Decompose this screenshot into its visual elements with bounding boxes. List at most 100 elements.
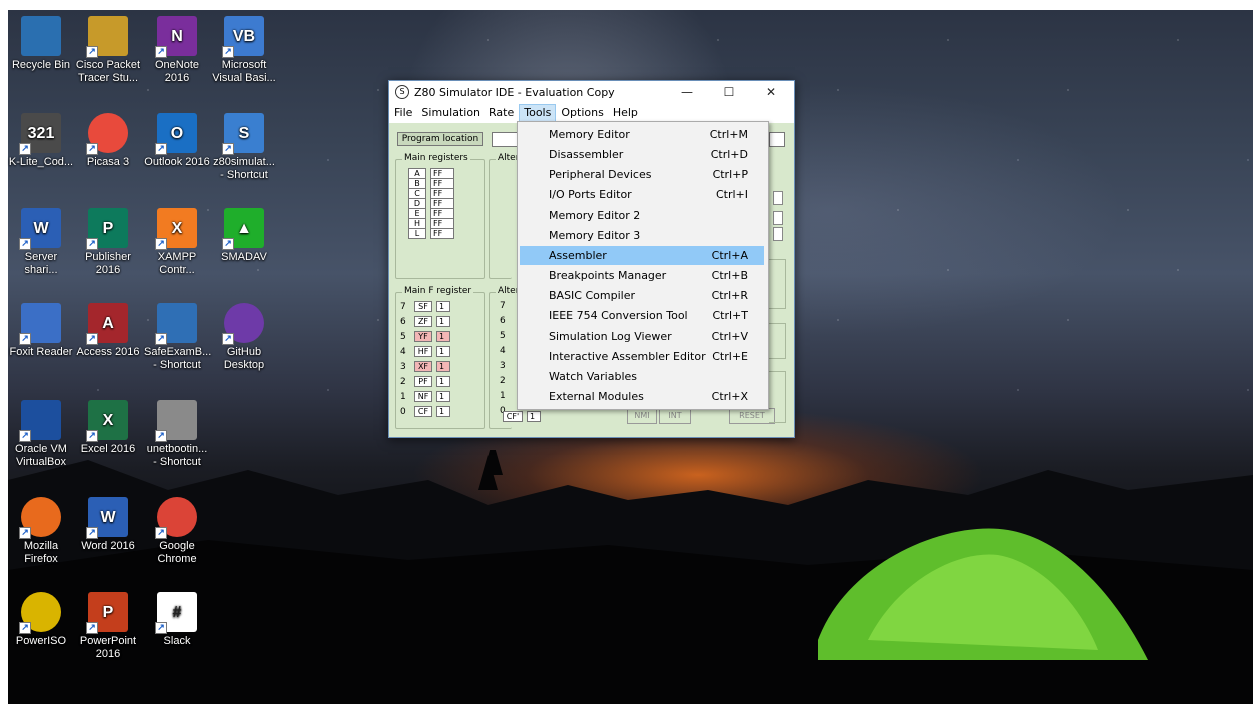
- shortcut-arrow-icon: ↗: [155, 143, 167, 155]
- int-button[interactable]: INT: [659, 408, 691, 424]
- access-icon: A ↗: [86, 303, 128, 345]
- title-bar[interactable]: S Z80 Simulator IDE - Evaluation Copy — …: [389, 81, 794, 103]
- desktop-shortcut[interactable]: ↗ Mozilla Firefox: [8, 497, 74, 566]
- menu-options[interactable]: Options: [557, 104, 607, 122]
- menu-item-shortcut: Ctrl+P: [712, 168, 748, 182]
- desktop-shortcut[interactable]: ↗ SafeExamB... - Shortcut: [144, 303, 211, 372]
- word-document-icon: W ↗: [19, 208, 61, 250]
- desktop-shortcut[interactable]: ↗ GitHub Desktop: [211, 303, 277, 372]
- desktop-shortcut[interactable]: 321 ↗ K-Lite_Cod...: [8, 113, 74, 169]
- menu-help[interactable]: Help: [609, 104, 642, 122]
- desktop-shortcut[interactable]: ▲ ↗ SMADAV: [211, 208, 277, 264]
- menu-item-label: Breakpoints Manager: [549, 269, 667, 283]
- desktop-icon-label: PowerPoint 2016: [79, 635, 137, 660]
- tools-menu-item[interactable]: Memory Editor Ctrl+M: [520, 125, 764, 144]
- menu-item-shortcut: Ctrl+B: [711, 269, 748, 283]
- tools-menu-item[interactable]: Disassembler Ctrl+D: [520, 145, 764, 164]
- shortcut-arrow-icon: ↗: [222, 143, 234, 155]
- shortcut-arrow-icon: ↗: [86, 430, 98, 442]
- menu-item-shortcut: Ctrl+I: [715, 188, 748, 202]
- tools-menu-item[interactable]: Simulation Log Viewer Ctrl+V: [520, 327, 764, 346]
- minimize-button[interactable]: —: [664, 81, 710, 103]
- tools-menu-item[interactable]: Assembler Ctrl+A: [520, 245, 764, 265]
- desktop-shortcut[interactable]: A ↗ Access 2016: [75, 303, 141, 359]
- tools-menu-item[interactable]: Watch Variables: [520, 367, 764, 386]
- flag-bit-number: 0: [400, 406, 406, 417]
- desktop-shortcut[interactable]: X ↗ XAMPP Contr...: [144, 208, 210, 277]
- flag-bit-number: 7: [400, 301, 406, 312]
- tools-menu-item[interactable]: Peripheral Devices Ctrl+P: [520, 165, 764, 184]
- desktop-icon-label: Mozilla Firefox: [23, 540, 59, 565]
- tools-menu-item[interactable]: Memory Editor 2: [520, 206, 764, 225]
- desktop-shortcut[interactable]: ↗ Google Chrome: [144, 497, 210, 566]
- flag-value[interactable]: 1: [436, 391, 450, 402]
- desktop-icon-label: Word 2016: [81, 540, 135, 552]
- tools-menu-item[interactable]: IEEE 754 Conversion Tool Ctrl+T: [520, 306, 764, 325]
- menu-item-label: Peripheral Devices: [549, 168, 652, 182]
- desktop-shortcut[interactable]: Recycle Bin: [8, 16, 74, 72]
- menu-rate[interactable]: Rate: [485, 104, 518, 122]
- picasa-icon: ↗: [86, 113, 128, 155]
- nmi-button[interactable]: NMI: [627, 408, 657, 424]
- desktop-shortcut[interactable]: VB ↗ Microsoft Visual Basi...: [211, 16, 277, 85]
- register-value[interactable]: FF: [430, 228, 454, 239]
- close-button[interactable]: ✕: [748, 81, 794, 103]
- flag-label: NF: [414, 391, 432, 402]
- menu-simulation[interactable]: Simulation: [417, 104, 484, 122]
- menu-item-label: Interactive Assembler Editor: [549, 349, 706, 363]
- tools-menu-item[interactable]: BASIC Compiler Ctrl+R: [520, 286, 764, 305]
- menu-bar: File Simulation Rate Tools Options Help: [389, 103, 794, 123]
- flag-bit-number: 6: [400, 316, 406, 327]
- menu-file[interactable]: File: [390, 104, 416, 122]
- right-panel-3: [769, 371, 786, 423]
- flag-value[interactable]: 1: [436, 376, 450, 387]
- flag-value[interactable]: 1: [436, 361, 450, 372]
- tools-menu-item[interactable]: I/O Ports Editor Ctrl+I: [520, 185, 764, 204]
- menu-item-shortcut: Ctrl+V: [711, 329, 748, 343]
- foxit-reader-icon: ↗: [19, 303, 61, 345]
- flag-row: 6 ZF 1: [400, 316, 450, 327]
- alternate-cf-value[interactable]: 1: [527, 411, 541, 422]
- desktop-shortcut[interactable]: S ↗ z80simulat... - Shortcut: [211, 113, 277, 182]
- alternate-cf-register: CF' 1: [503, 411, 541, 422]
- github-desktop-icon: ↗: [222, 303, 264, 345]
- desktop-shortcut[interactable]: P ↗ PowerPoint 2016: [75, 592, 141, 661]
- flag-value[interactable]: 1: [436, 301, 450, 312]
- desktop-shortcut[interactable]: X ↗ Excel 2016: [75, 400, 141, 456]
- flag-value[interactable]: 1: [436, 346, 450, 357]
- desktop-shortcut[interactable]: O ↗ Outlook 2016: [144, 113, 210, 169]
- desktop-shortcut[interactable]: ↗ Oracle VM VirtualBox: [8, 400, 74, 469]
- virtualbox-icon: ↗: [19, 400, 61, 442]
- menu-item-label: Memory Editor 2: [549, 208, 641, 222]
- shortcut-arrow-icon: ↗: [86, 622, 98, 634]
- desktop-shortcut[interactable]: ↗ Picasa 3: [75, 113, 141, 169]
- flag-value[interactable]: 1: [436, 406, 450, 417]
- menu-item-label: Watch Variables: [549, 369, 638, 383]
- desktop-shortcut[interactable]: ↗ PowerISO: [8, 592, 74, 648]
- menu-tools[interactable]: Tools: [519, 104, 557, 122]
- desktop-shortcut[interactable]: W ↗ Server shari...: [8, 208, 74, 277]
- desktop-shortcut[interactable]: ↗ unetbootin... - Shortcut: [144, 400, 210, 469]
- tools-menu-item[interactable]: Memory Editor 3: [520, 226, 764, 245]
- menu-item-shortcut: Ctrl+D: [710, 148, 748, 162]
- desktop-shortcut[interactable]: ↗ Cisco Packet Tracer Stu...: [75, 16, 141, 85]
- desktop-icon-label: Publisher 2016: [85, 251, 131, 276]
- tools-menu-item[interactable]: Interactive Assembler Editor Ctrl+E: [520, 347, 764, 366]
- desktop-icon-label: PowerISO: [15, 635, 67, 647]
- menu-item-shortcut: Ctrl+A: [711, 248, 748, 262]
- maximize-button[interactable]: ☐: [706, 81, 752, 103]
- right-panel-1: [769, 259, 786, 309]
- menu-item-shortcut: Ctrl+X: [711, 389, 748, 403]
- tools-menu-item[interactable]: Breakpoints Manager Ctrl+B: [520, 266, 764, 285]
- desktop-shortcut[interactable]: P ↗ Publisher 2016: [75, 208, 141, 277]
- desktop-shortcut[interactable]: # ↗ Slack: [144, 592, 210, 648]
- flag-value[interactable]: 1: [436, 331, 450, 342]
- menu-item-label: Disassembler: [549, 148, 624, 162]
- desktop-shortcut[interactable]: ↗ Foxit Reader: [8, 303, 74, 359]
- visual-basic-icon: VB ↗: [222, 16, 264, 58]
- tools-menu-item[interactable]: External Modules Ctrl+X: [520, 387, 764, 406]
- desktop-shortcut[interactable]: N ↗ OneNote 2016: [144, 16, 210, 85]
- shortcut-arrow-icon: ↗: [86, 46, 98, 58]
- flag-value[interactable]: 1: [436, 316, 450, 327]
- desktop-shortcut[interactable]: W ↗ Word 2016: [75, 497, 141, 553]
